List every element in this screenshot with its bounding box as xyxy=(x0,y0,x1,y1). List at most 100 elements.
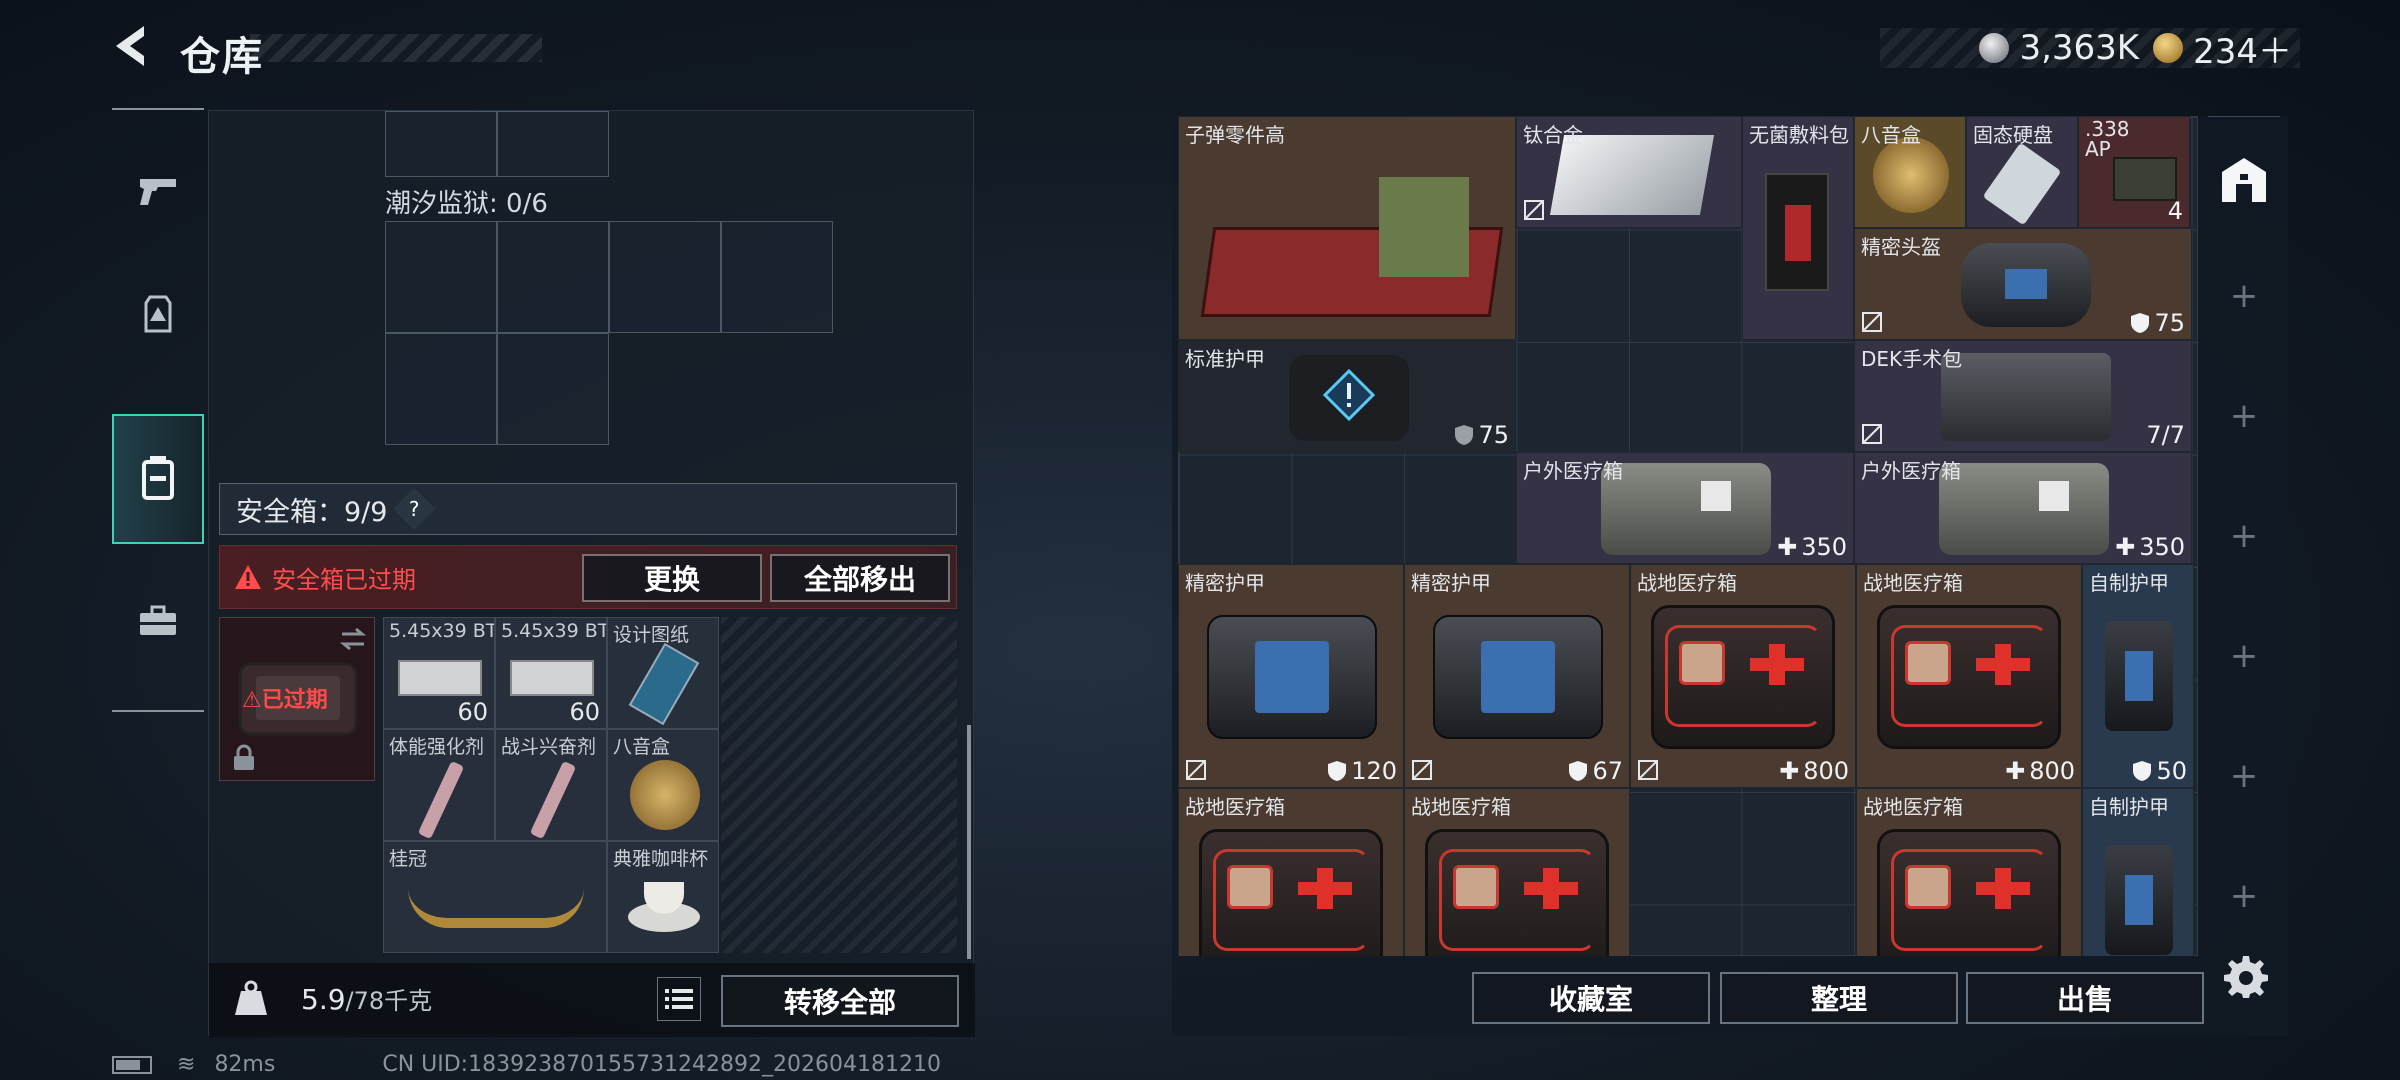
safe-box-grid: 5.45x39 BT 60 5.45x39 BT 60 设计图纸 体能强化剂 战… xyxy=(383,617,719,953)
ammo-can-icon xyxy=(2113,157,2177,201)
item-name: 自制护甲 xyxy=(2089,795,2169,819)
prison-slot[interactable] xyxy=(497,333,609,445)
shield-icon xyxy=(1455,425,1474,445)
prison-slot[interactable] xyxy=(609,221,721,333)
outdoor-medkit-icon xyxy=(1939,463,2109,555)
item-outdoor-medkit[interactable]: 户外医疗箱 ✚ 350 xyxy=(1854,452,2192,564)
back-button[interactable] xyxy=(110,22,160,78)
currency-gold[interactable]: 234＋ xyxy=(2153,24,2292,73)
plus-icon: + xyxy=(2229,756,2259,796)
tab-weapons[interactable] xyxy=(112,126,204,256)
safe-item-ammo[interactable]: 5.45x39 BT 60 xyxy=(495,617,607,729)
add-page-button[interactable]: + xyxy=(2200,236,2288,356)
settings-button[interactable] xyxy=(2222,952,2270,1000)
plus-icon: + xyxy=(2229,396,2259,436)
safe-item-music-box[interactable]: 八音盒 xyxy=(607,729,719,841)
item-name: 战地医疗箱 xyxy=(1185,795,1285,819)
music-box-icon xyxy=(630,760,700,830)
safe-item-ammo[interactable]: 5.45x39 BT 60 xyxy=(383,617,495,729)
organize-button[interactable]: 整理 xyxy=(1720,972,1958,1024)
prison-slot[interactable] xyxy=(385,333,497,445)
supply-box-icon xyxy=(1379,177,1469,277)
add-page-button[interactable]: + xyxy=(2200,356,2288,476)
item-name: 自制护甲 xyxy=(2089,571,2169,595)
warehouse-page-bar: + + + + + + xyxy=(2200,116,2288,976)
item-durability: 75 xyxy=(2130,309,2185,337)
replace-button[interactable]: 更换 xyxy=(582,554,762,602)
back-arrow-icon xyxy=(116,26,144,66)
helmet-panel xyxy=(2005,269,2047,299)
sell-button[interactable]: 出售 xyxy=(1966,972,2204,1024)
left-tab-bar xyxy=(112,108,204,712)
item-standard-armor[interactable]: 标准护甲 75 xyxy=(1178,340,1516,452)
scrollbar[interactable] xyxy=(967,725,971,959)
plus-icon: + xyxy=(2229,276,2259,316)
syringe-icon xyxy=(529,760,577,840)
prison-slot[interactable] xyxy=(721,221,833,333)
item-field-medkit[interactable]: 战地医疗箱 xyxy=(1856,788,2082,956)
helmet-icon xyxy=(1961,243,2091,327)
inventory-grid: 子弹零件高 钛合金 无菌敷料包 八音盒 固态硬盘 .338 AP 4 精密头盔 … xyxy=(1178,116,2198,956)
no-insure-icon xyxy=(1638,760,1658,780)
uid-text: CN UID:1839238701557312428​92_2026041812… xyxy=(382,1052,941,1077)
lock-icon xyxy=(234,744,254,770)
ammo-box-icon xyxy=(510,660,594,696)
prison-slot[interactable] xyxy=(497,221,609,333)
tab-safe-box[interactable] xyxy=(112,414,204,544)
item-field-medkit[interactable]: 战地医疗箱 xyxy=(1404,788,1630,956)
add-page-button[interactable]: + xyxy=(2200,476,2288,596)
safe-item-blueprint[interactable]: 设计图纸 xyxy=(607,617,719,729)
item-titanium[interactable]: 钛合金 xyxy=(1516,116,1742,228)
item-precision-armor[interactable]: 精密护甲 67 xyxy=(1404,564,1630,788)
item-field-medkit[interactable]: 战地医疗箱 xyxy=(1178,788,1404,956)
help-button[interactable]: ? xyxy=(393,487,436,531)
item-name: 桂冠 xyxy=(389,848,428,870)
medkit-patch xyxy=(2039,481,2069,511)
item-sterile-dressing[interactable]: 无菌敷料包 xyxy=(1742,116,1854,340)
safe-item-stimulant[interactable]: 战斗兴奋剂 xyxy=(495,729,607,841)
tab-armor[interactable] xyxy=(112,248,204,378)
add-page-button[interactable]: + xyxy=(2200,716,2288,836)
safe-box-item[interactable]: ⚠已过期 xyxy=(219,617,375,781)
gold-coin-icon xyxy=(2153,33,2184,63)
item-music-box[interactable]: 八音盒 xyxy=(1854,116,1966,228)
warehouse-page-home[interactable] xyxy=(2200,120,2288,240)
plus-icon: + xyxy=(2229,876,2259,916)
item-heal: ✚ 350 xyxy=(1777,533,1847,561)
item-ssd[interactable]: 固态硬盘 xyxy=(1966,116,2078,228)
list-view-button[interactable] xyxy=(657,977,701,1021)
item-field-medkit[interactable]: 战地医疗箱 ✚ 800 xyxy=(1856,564,2082,788)
item-field-medkit[interactable]: 战地医疗箱 ✚ 800 xyxy=(1630,564,1856,788)
safe-item-coffee-cup[interactable]: 典雅咖啡杯 xyxy=(607,841,719,953)
shield-icon xyxy=(2131,313,2150,333)
tab-tools[interactable] xyxy=(112,556,204,686)
item-bullet-parts[interactable]: 子弹零件高 xyxy=(1178,116,1516,340)
item-dek-surgery-kit[interactable]: DEK手术包 7/7 xyxy=(1854,340,2192,452)
safe-item-laurel[interactable]: 桂冠 xyxy=(383,841,607,953)
item-durability: 50 xyxy=(2132,757,2187,785)
safe-item-stimulant[interactable]: 体能强化剂 xyxy=(383,729,495,841)
safe-box-label: 安全箱：9/9 xyxy=(236,496,388,528)
item-precision-armor[interactable]: 精密护甲 120 xyxy=(1178,564,1404,788)
move-all-out-button[interactable]: 全部移出 xyxy=(770,554,950,602)
item-homemade-armor[interactable]: 自制护甲 50 xyxy=(2082,564,2194,788)
swap-icon[interactable] xyxy=(338,626,368,652)
item-name: 固态硬盘 xyxy=(1973,123,2053,147)
no-insure-icon xyxy=(1186,760,1206,780)
item-count: 60 xyxy=(457,698,488,726)
item-outdoor-medkit[interactable]: 户外医疗箱 ✚ 350 xyxy=(1516,452,1854,564)
item-value: 75 xyxy=(2154,309,2185,337)
add-page-button[interactable]: + xyxy=(2200,836,2288,956)
item-heal: ✚ 350 xyxy=(2115,533,2185,561)
collection-room-button[interactable]: 收藏室 xyxy=(1472,972,1710,1024)
add-page-button[interactable]: + xyxy=(2200,596,2288,716)
grid-cell xyxy=(385,111,497,177)
armor-icon xyxy=(1289,355,1409,441)
prison-slot[interactable] xyxy=(385,221,497,333)
item-338-ap[interactable]: .338 AP 4 xyxy=(2078,116,2190,228)
item-precision-helmet[interactable]: 精密头盔 75 xyxy=(1854,228,2192,340)
item-value: 75 xyxy=(1478,421,1509,449)
item-homemade-armor[interactable]: 自制护甲 xyxy=(2082,788,2194,956)
item-durability: 67 xyxy=(1568,757,1623,785)
transfer-all-button[interactable]: 转移全部 xyxy=(721,975,959,1027)
